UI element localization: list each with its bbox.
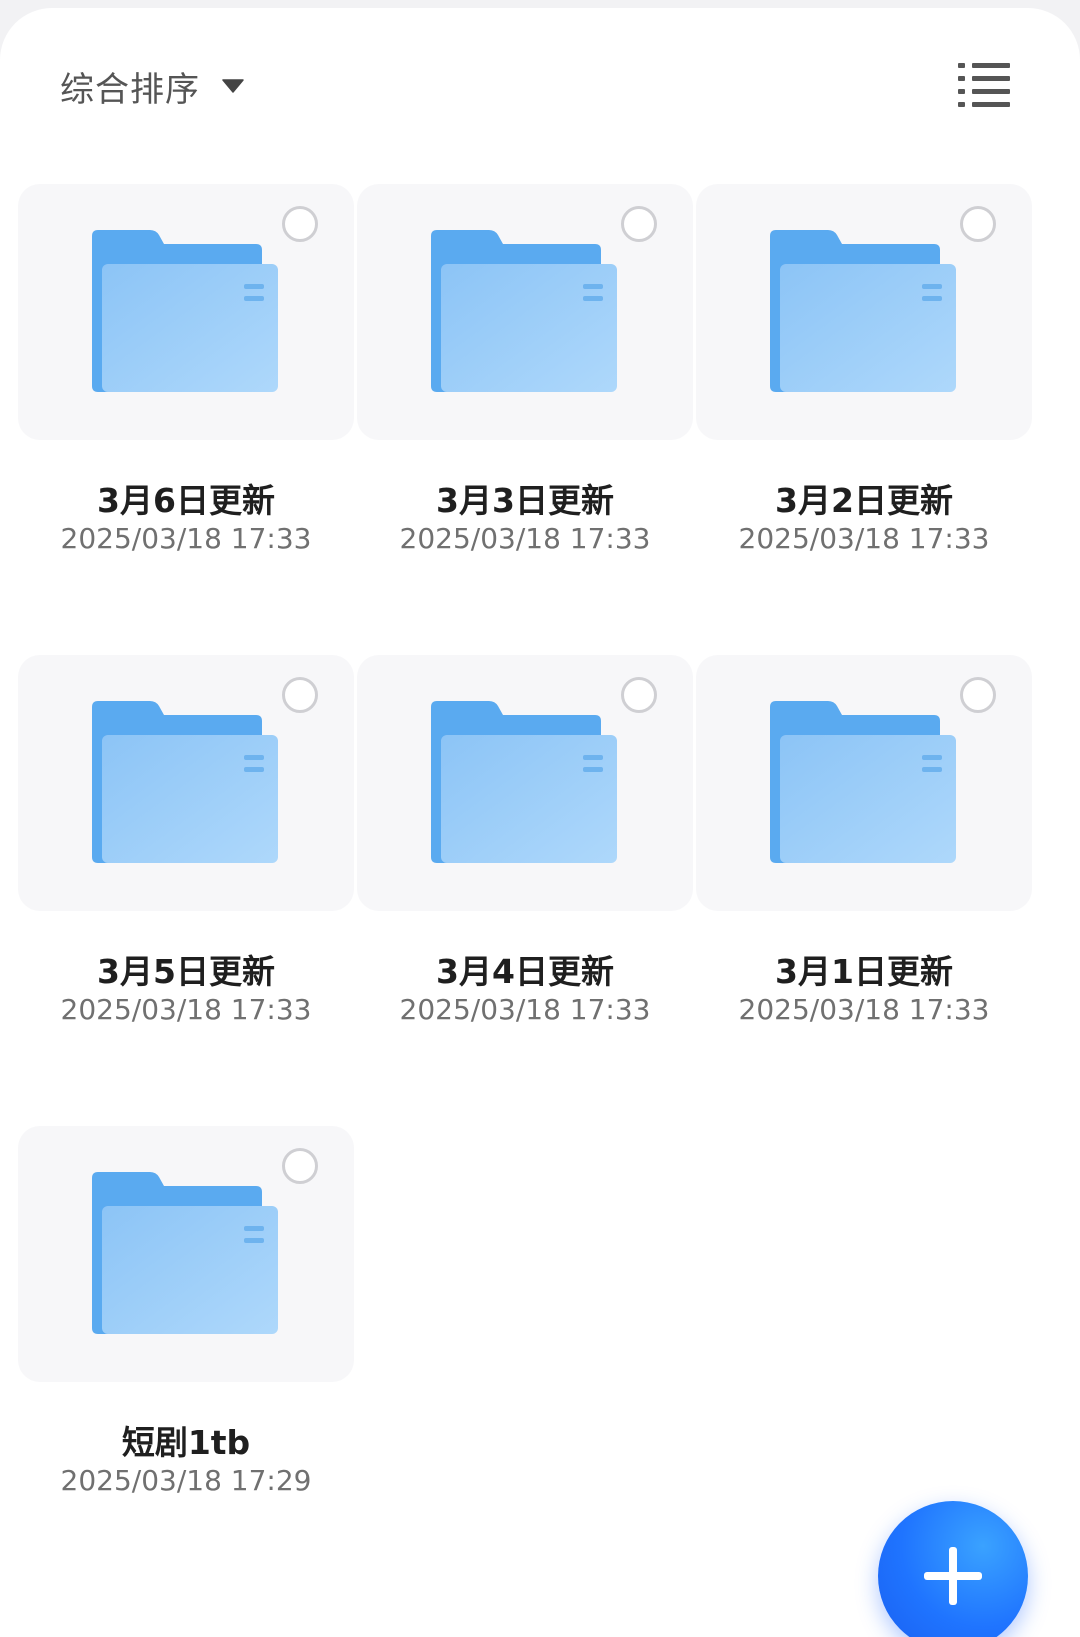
select-checkbox[interactable] (282, 1148, 318, 1184)
list-view-icon[interactable] (956, 60, 1012, 108)
folder-icon (431, 701, 617, 863)
plus-icon (924, 1547, 982, 1605)
folder-date: 2025/03/18 17:33 (738, 993, 990, 1026)
select-checkbox[interactable] (621, 677, 657, 713)
folder-icon (92, 1172, 278, 1334)
folder-icon (92, 701, 278, 863)
folder-date: 2025/03/18 17:29 (60, 1464, 312, 1497)
folder-card[interactable]: 3月5日更新 2025/03/18 17:33 (18, 655, 354, 1065)
sort-dropdown[interactable]: 综合排序 (60, 58, 244, 114)
folder-name: 3月2日更新 (775, 481, 953, 520)
folder-icon (92, 230, 278, 392)
folder-date: 2025/03/18 17:33 (399, 993, 651, 1026)
folder-icon (770, 701, 956, 863)
folder-thumbnail (18, 184, 354, 440)
select-checkbox[interactable] (282, 206, 318, 242)
folder-date: 2025/03/18 17:33 (399, 522, 651, 555)
toolbar: 综合排序 (0, 8, 1080, 148)
folder-date: 2025/03/18 17:33 (738, 522, 990, 555)
folder-thumbnail (357, 184, 693, 440)
folder-icon (431, 230, 617, 392)
folder-thumbnail (18, 1126, 354, 1382)
folder-date: 2025/03/18 17:33 (60, 522, 312, 555)
select-checkbox[interactable] (621, 206, 657, 242)
folder-card[interactable]: 3月6日更新 2025/03/18 17:33 (18, 184, 354, 594)
folder-card[interactable]: 3月1日更新 2025/03/18 17:33 (696, 655, 1032, 1065)
folder-card[interactable]: 3月4日更新 2025/03/18 17:33 (357, 655, 693, 1065)
folder-name: 3月3日更新 (436, 481, 614, 520)
folder-thumbnail (357, 655, 693, 911)
folder-card[interactable]: 短剧1tb 2025/03/18 17:29 (18, 1126, 354, 1536)
folder-date: 2025/03/18 17:33 (60, 993, 312, 1026)
folder-name: 3月5日更新 (97, 952, 275, 991)
add-button[interactable] (878, 1501, 1028, 1637)
folder-name: 3月1日更新 (775, 952, 953, 991)
folder-thumbnail (18, 655, 354, 911)
folder-name: 短剧1tb (121, 1423, 251, 1462)
select-checkbox[interactable] (282, 677, 318, 713)
file-browser-sheet: 综合排序 3月6日更新 2025/03/18 17:33 3月3日更新 2025… (0, 8, 1080, 1637)
folder-card[interactable]: 3月2日更新 2025/03/18 17:33 (696, 184, 1032, 594)
folder-name: 3月6日更新 (97, 481, 275, 520)
folder-thumbnail (696, 655, 1032, 911)
caret-down-icon (222, 79, 244, 93)
sort-label: 综合排序 (60, 69, 200, 110)
folder-icon (770, 230, 956, 392)
select-checkbox[interactable] (960, 206, 996, 242)
folder-card[interactable]: 3月3日更新 2025/03/18 17:33 (357, 184, 693, 594)
folder-thumbnail (696, 184, 1032, 440)
select-checkbox[interactable] (960, 677, 996, 713)
folder-name: 3月4日更新 (436, 952, 614, 991)
